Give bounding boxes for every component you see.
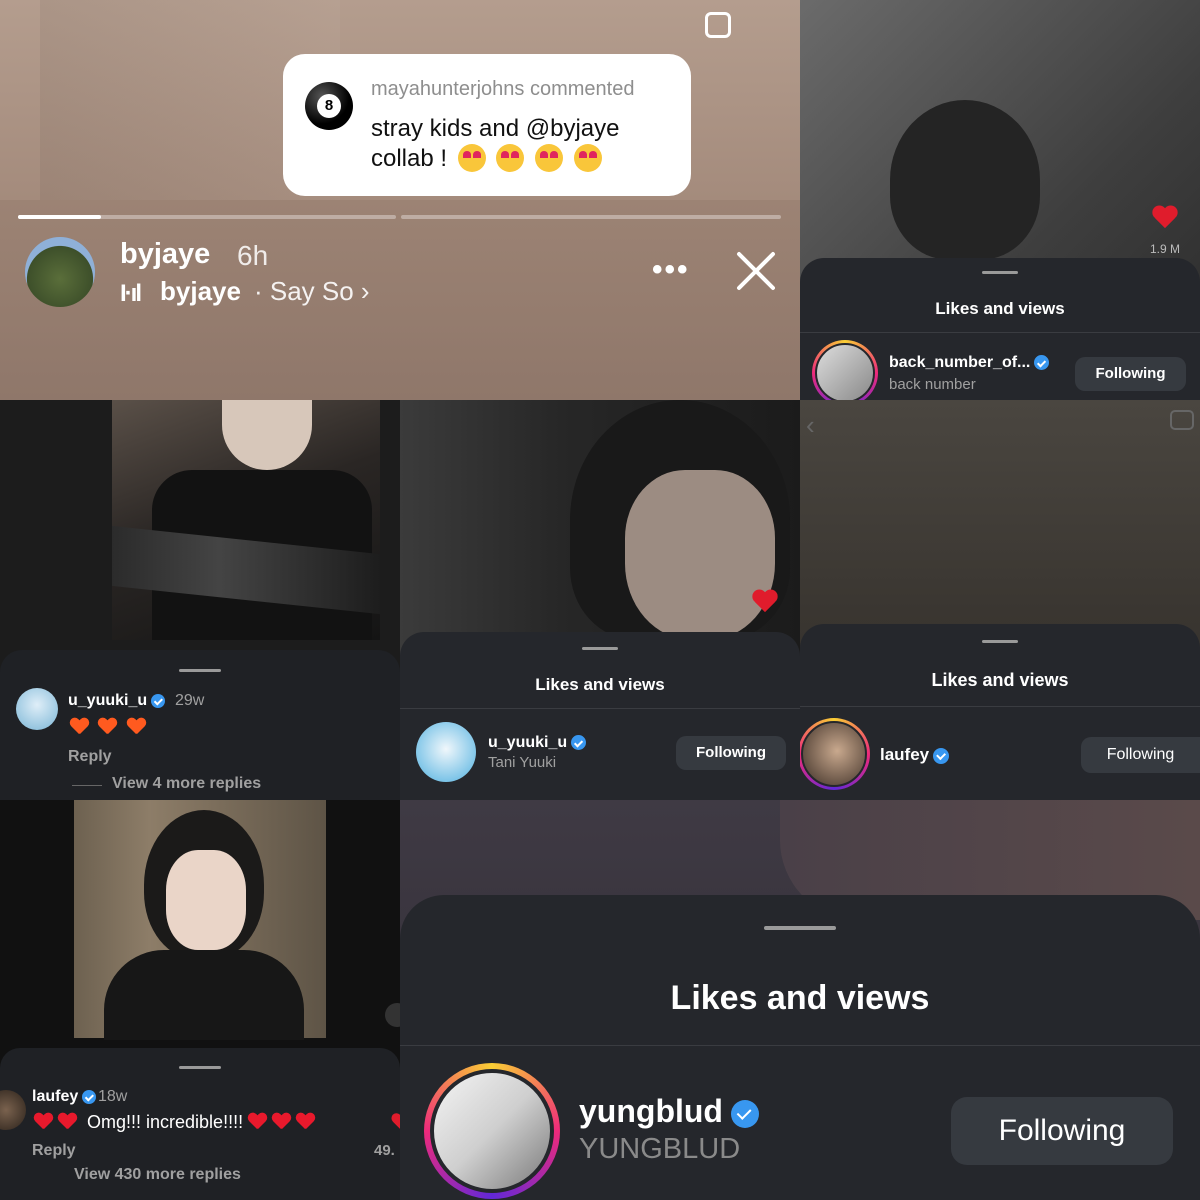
view-count: 1.9 M	[1150, 242, 1181, 256]
likes-views-sheet: Likes and views yungblud YUNGBLUD Follow…	[400, 895, 1200, 1200]
video-subject	[890, 100, 1040, 260]
verified-icon	[933, 747, 950, 764]
following-button[interactable]: Following	[1075, 357, 1186, 391]
close-icon[interactable]	[734, 249, 778, 293]
comment-time: 18w	[98, 1088, 128, 1105]
username[interactable]: u_yuuki_u	[488, 734, 587, 752]
heart-eyes-emoji-icon	[496, 144, 525, 172]
comments-sheet: u_yuuki_u 29w Reply View 4 more replies	[0, 650, 400, 800]
video-panel-yungblud: Likes and views yungblud YUNGBLUD Follow…	[400, 800, 1200, 1200]
story-username[interactable]: byjaye	[120, 238, 210, 271]
avatar[interactable]	[25, 237, 95, 307]
music-icon: I·ıl	[120, 280, 142, 307]
comments-sheet: laufey 18w Omg!!! incredible!!!! 49. Rep…	[0, 1048, 400, 1200]
heart-on-fire-icon	[70, 718, 90, 736]
music-song[interactable]: · Say So ›	[254, 276, 370, 307]
camera-icon[interactable]	[1170, 410, 1194, 430]
comment-text: Omg!!! incredible!!!!	[34, 1112, 320, 1133]
full-name: back number	[889, 376, 976, 393]
red-heart-icon	[272, 1113, 292, 1131]
likes-views-sheet: Likes and views laufey Following	[800, 624, 1200, 800]
view-more-replies[interactable]: View 430 more replies	[74, 1166, 241, 1184]
username[interactable]: back_number_of...	[889, 354, 1050, 372]
comment-text	[70, 718, 151, 738]
red-heart-icon	[248, 1113, 268, 1131]
more-options-icon[interactable]: •••	[652, 253, 690, 287]
sheet-handle[interactable]	[582, 647, 618, 650]
following-button[interactable]: Following	[1081, 737, 1200, 773]
video-panel-talking: laufey 18w Omg!!! incredible!!!! 49. Rep…	[0, 800, 400, 1200]
full-name: Tani Yuuki	[488, 754, 557, 771]
verified-icon	[571, 735, 587, 751]
following-button[interactable]: Following	[676, 736, 786, 770]
red-heart-icon	[58, 1113, 78, 1131]
reply-button[interactable]: Reply	[32, 1142, 76, 1160]
video-panel-guitar: u_yuuki_u 29w Reply View 4 more replies	[0, 400, 400, 800]
username[interactable]: laufey	[880, 745, 950, 765]
heart-eyes-emoji-icon	[535, 144, 564, 172]
comment-sticker-user: mayahunterjohns commented	[371, 78, 635, 100]
video-subject-face	[625, 470, 775, 640]
username[interactable]: yungblud	[579, 1093, 759, 1130]
like-count: 49.	[374, 1142, 395, 1159]
avatar[interactable]	[424, 1063, 560, 1199]
heart-on-fire-icon	[98, 718, 118, 736]
back-icon[interactable]: ‹	[806, 410, 815, 441]
comment-username[interactable]: u_yuuki_u	[68, 692, 166, 710]
heart-eyes-emoji-icon	[573, 144, 602, 172]
sheet-handle[interactable]	[179, 1066, 221, 1069]
avatar[interactable]	[416, 722, 476, 782]
verified-icon	[151, 693, 166, 708]
following-button[interactable]: Following	[951, 1097, 1173, 1165]
story-panel: 8 mayahunterjohns commented stray kids a…	[0, 0, 800, 400]
story-progress-bar	[18, 215, 396, 219]
video-panel-backnumber: 1.9 M Likes and views back_number_of... …	[800, 0, 1200, 400]
sheet-handle[interactable]	[764, 926, 836, 930]
avatar[interactable]	[800, 718, 870, 790]
heart-on-fire-icon	[127, 718, 147, 736]
verified-icon	[730, 1099, 759, 1128]
reply-button[interactable]: Reply	[68, 748, 112, 766]
avatar[interactable]	[0, 1090, 26, 1130]
story-time: 6h	[237, 240, 269, 271]
comment-time: 29w	[175, 692, 205, 709]
sheet-title: Likes and views	[670, 979, 930, 1017]
avatar[interactable]	[16, 688, 58, 730]
comment-sticker-text: stray kids and @byjaye collab !	[371, 115, 620, 172]
like-heart-icon[interactable]	[753, 590, 779, 614]
heart-eyes-emoji-icon	[457, 144, 486, 172]
sheet-title: Likes and views	[931, 670, 1069, 690]
video-panel-laufey: ‹ Likes and views laufey Following	[800, 400, 1200, 800]
likes-views-sheet: Likes and views u_yuuki_u Tani Yuuki Fol…	[400, 632, 800, 800]
sheet-title: Likes and views	[935, 299, 1065, 318]
video-frame	[74, 800, 326, 1040]
like-heart-icon[interactable]	[392, 1114, 400, 1131]
likes-views-sheet: Likes and views back_number_of... back n…	[800, 258, 1200, 400]
comment-sticker[interactable]: 8 mayahunterjohns commented stray kids a…	[283, 54, 691, 196]
view-more-replies[interactable]: View 4 more replies	[112, 775, 261, 793]
mute-icon[interactable]	[385, 1003, 400, 1027]
video-panel-glasses: Likes and views u_yuuki_u Tani Yuuki Fol…	[400, 400, 800, 800]
eight-ball-avatar: 8	[305, 82, 353, 130]
full-name: YUNGBLUD	[579, 1133, 741, 1165]
sheet-handle[interactable]	[982, 271, 1018, 274]
copy-icon[interactable]	[705, 12, 731, 38]
video-frame	[112, 400, 380, 640]
avatar[interactable]	[812, 340, 878, 400]
sheet-title: Likes and views	[535, 675, 665, 694]
verified-icon	[82, 1089, 97, 1104]
comment-username[interactable]: laufey	[32, 1088, 97, 1106]
red-heart-icon	[296, 1113, 316, 1131]
verified-icon	[1034, 355, 1050, 371]
like-heart-icon[interactable]	[1153, 206, 1179, 230]
sheet-handle[interactable]	[179, 669, 221, 672]
sheet-handle[interactable]	[982, 640, 1018, 643]
story-progress-bar	[401, 215, 781, 219]
music-artist[interactable]: byjaye	[160, 276, 241, 307]
red-heart-icon	[34, 1113, 54, 1131]
divider	[72, 785, 102, 786]
